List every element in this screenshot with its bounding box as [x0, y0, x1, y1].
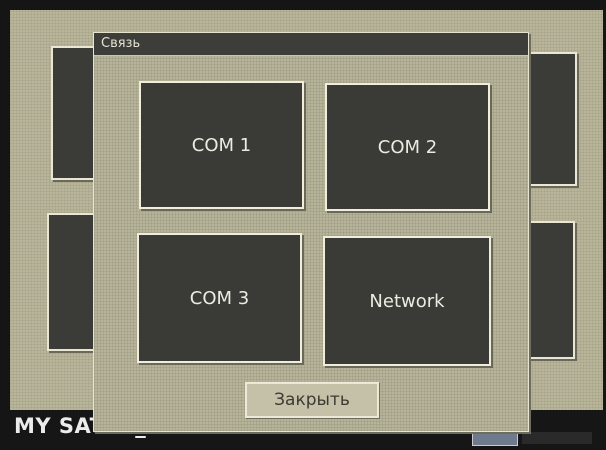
- com2-button[interactable]: COM 2: [325, 83, 490, 211]
- communication-dialog: Связь COM 1 COM 2 COM 3 Network Закрыть: [93, 32, 529, 432]
- com1-button[interactable]: COM 1: [139, 81, 304, 209]
- dialog-titlebar: Связь: [94, 33, 528, 56]
- status-indicator-secondary: [522, 432, 592, 444]
- status-indicator: [472, 432, 518, 446]
- network-button[interactable]: Network: [323, 236, 491, 366]
- close-button[interactable]: Закрыть: [245, 382, 379, 418]
- device-screen: MY SATEC_ Связь COM 1 COM 2 COM 3 Networ…: [10, 10, 603, 447]
- dialog-title: Связь: [101, 36, 141, 51]
- com3-button[interactable]: COM 3: [137, 233, 302, 363]
